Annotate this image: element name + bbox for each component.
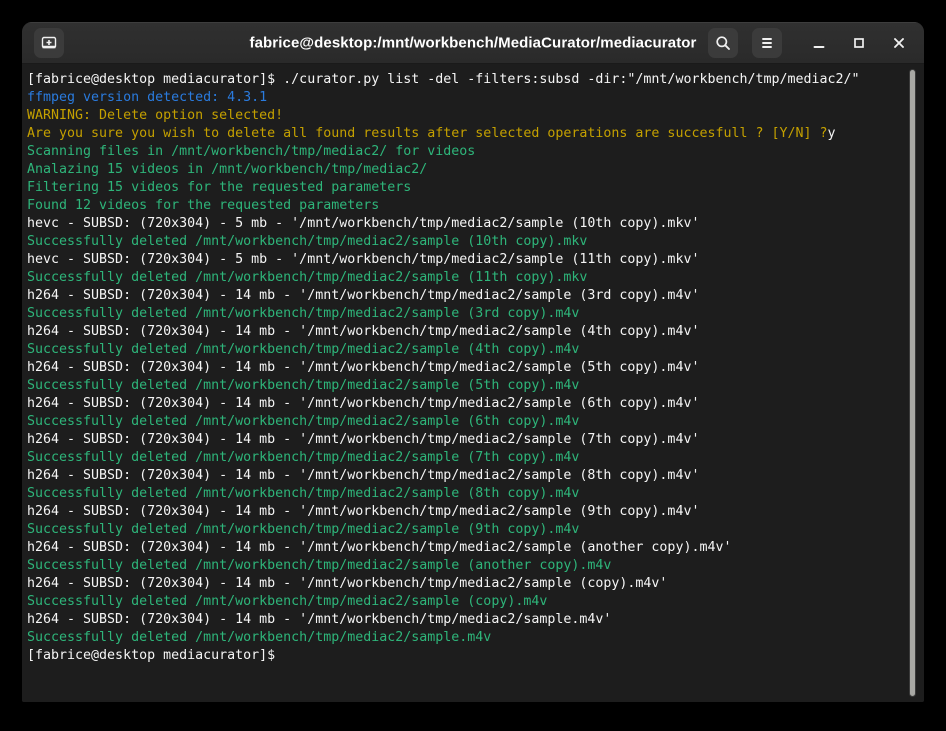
terminal-line: Successfully deleted /mnt/workbench/tmp/…	[27, 413, 910, 431]
terminal-text-segment: h264 - SUBSD: (720x304) - 14 mb - '/mnt/…	[27, 540, 731, 555]
new-tab-button[interactable]	[34, 28, 64, 58]
terminal-line: Successfully deleted /mnt/workbench/tmp/…	[27, 341, 910, 359]
titlebar-right-controls	[708, 28, 912, 58]
terminal-text-segment: Scanning files in /mnt/workbench/tmp/med…	[27, 144, 475, 159]
terminal-text-segment: h264 - SUBSD: (720x304) - 14 mb - '/mnt/…	[27, 468, 699, 483]
terminal-line: Successfully deleted /mnt/workbench/tmp/…	[27, 557, 910, 575]
terminal-text-segment: Filtering 15 videos for the requested pa…	[27, 180, 411, 195]
new-tab-icon	[39, 33, 59, 53]
terminal-line: Successfully deleted /mnt/workbench/tmp/…	[27, 377, 910, 395]
terminal-text-segment: hevc - SUBSD: (720x304) - 5 mb - '/mnt/w…	[27, 252, 699, 267]
terminal-text-segment: h264 - SUBSD: (720x304) - 14 mb - '/mnt/…	[27, 360, 699, 375]
terminal-line: WARNING: Delete option selected!	[27, 107, 910, 125]
terminal-text-segment: y	[828, 126, 836, 141]
terminal-text-segment: Successfully deleted /mnt/workbench/tmp/…	[27, 378, 579, 393]
terminal-text-segment: h264 - SUBSD: (720x304) - 14 mb - '/mnt/…	[27, 324, 699, 339]
window-title: fabrice@desktop:/mnt/workbench/MediaCura…	[250, 34, 697, 51]
terminal-line: Successfully deleted /mnt/workbench/tmp/…	[27, 269, 910, 287]
window-controls	[806, 30, 912, 56]
scrollbar-thumb[interactable]	[909, 69, 916, 697]
terminal-line: Successfully deleted /mnt/workbench/tmp/…	[27, 449, 910, 467]
terminal-text-segment: Are you sure you wish to delete all foun…	[27, 126, 828, 141]
terminal-line: h264 - SUBSD: (720x304) - 14 mb - '/mnt/…	[27, 359, 910, 377]
terminal-text-segment: [fabrice@desktop mediacurator]$ ./curato…	[27, 72, 860, 87]
terminal-text-segment: ffmpeg version detected: 4.3.1	[27, 90, 267, 105]
terminal[interactable]: [fabrice@desktop mediacurator]$ ./curato…	[22, 64, 924, 702]
terminal-line: Successfully deleted /mnt/workbench/tmp/…	[27, 305, 910, 323]
terminal-text-segment: Successfully deleted /mnt/workbench/tmp/…	[27, 414, 579, 429]
terminal-line: Successfully deleted /mnt/workbench/tmp/…	[27, 629, 910, 647]
minimize-button[interactable]	[806, 30, 832, 56]
hamburger-menu-icon	[757, 33, 777, 53]
terminal-text-segment: Successfully deleted /mnt/workbench/tmp/…	[27, 450, 579, 465]
terminal-text-segment: Successfully deleted /mnt/workbench/tmp/…	[27, 342, 579, 357]
terminal-line: h264 - SUBSD: (720x304) - 14 mb - '/mnt/…	[27, 431, 910, 449]
search-button[interactable]	[708, 28, 738, 58]
maximize-icon	[849, 33, 869, 53]
terminal-text-segment: Successfully deleted /mnt/workbench/tmp/…	[27, 306, 579, 321]
terminal-text-segment: Successfully deleted /mnt/workbench/tmp/…	[27, 486, 579, 501]
terminal-line: Successfully deleted /mnt/workbench/tmp/…	[27, 233, 910, 251]
terminal-line: h264 - SUBSD: (720x304) - 14 mb - '/mnt/…	[27, 503, 910, 521]
terminal-line: h264 - SUBSD: (720x304) - 14 mb - '/mnt/…	[27, 323, 910, 341]
terminal-text-segment: Found 12 videos for the requested parame…	[27, 198, 379, 213]
terminal-text-segment: Successfully deleted /mnt/workbench/tmp/…	[27, 558, 611, 573]
terminal-window: fabrice@desktop:/mnt/workbench/MediaCura…	[22, 22, 924, 702]
terminal-line: [fabrice@desktop mediacurator]$	[27, 647, 910, 665]
terminal-line: [fabrice@desktop mediacurator]$ ./curato…	[27, 71, 910, 89]
terminal-text-segment: h264 - SUBSD: (720x304) - 14 mb - '/mnt/…	[27, 576, 667, 591]
maximize-button[interactable]	[846, 30, 872, 56]
close-button[interactable]	[886, 30, 912, 56]
terminal-text-segment: Successfully deleted /mnt/workbench/tmp/…	[27, 522, 579, 537]
terminal-text-segment: Successfully deleted /mnt/workbench/tmp/…	[27, 234, 587, 249]
close-icon	[889, 33, 909, 53]
terminal-text-segment: WARNING: Delete option selected!	[27, 108, 283, 123]
terminal-line: h264 - SUBSD: (720x304) - 14 mb - '/mnt/…	[27, 539, 910, 557]
terminal-text-segment: Successfully deleted /mnt/workbench/tmp/…	[27, 594, 547, 609]
terminal-line: h264 - SUBSD: (720x304) - 14 mb - '/mnt/…	[27, 611, 910, 629]
terminal-line: h264 - SUBSD: (720x304) - 14 mb - '/mnt/…	[27, 287, 910, 305]
terminal-line: hevc - SUBSD: (720x304) - 5 mb - '/mnt/w…	[27, 215, 910, 233]
terminal-line: Are you sure you wish to delete all foun…	[27, 125, 910, 143]
terminal-text-segment: h264 - SUBSD: (720x304) - 14 mb - '/mnt/…	[27, 288, 699, 303]
terminal-output: [fabrice@desktop mediacurator]$ ./curato…	[22, 64, 924, 665]
terminal-text-segment: Analazing 15 videos in /mnt/workbench/tm…	[27, 162, 427, 177]
minimize-icon	[809, 33, 829, 53]
terminal-line: h264 - SUBSD: (720x304) - 14 mb - '/mnt/…	[27, 575, 910, 593]
terminal-line: Successfully deleted /mnt/workbench/tmp/…	[27, 485, 910, 503]
terminal-line: Scanning files in /mnt/workbench/tmp/med…	[27, 143, 910, 161]
terminal-line: h264 - SUBSD: (720x304) - 14 mb - '/mnt/…	[27, 395, 910, 413]
terminal-line: h264 - SUBSD: (720x304) - 14 mb - '/mnt/…	[27, 467, 910, 485]
terminal-text-segment: hevc - SUBSD: (720x304) - 5 mb - '/mnt/w…	[27, 216, 699, 231]
terminal-line: Successfully deleted /mnt/workbench/tmp/…	[27, 521, 910, 539]
terminal-text-segment: h264 - SUBSD: (720x304) - 14 mb - '/mnt/…	[27, 396, 699, 411]
terminal-line: Successfully deleted /mnt/workbench/tmp/…	[27, 593, 910, 611]
terminal-text-segment: h264 - SUBSD: (720x304) - 14 mb - '/mnt/…	[27, 432, 699, 447]
titlebar[interactable]: fabrice@desktop:/mnt/workbench/MediaCura…	[22, 22, 924, 64]
terminal-text-segment: [fabrice@desktop mediacurator]$	[27, 648, 283, 663]
terminal-text-segment: Successfully deleted /mnt/workbench/tmp/…	[27, 270, 587, 285]
terminal-line: hevc - SUBSD: (720x304) - 5 mb - '/mnt/w…	[27, 251, 910, 269]
terminal-text-segment: h264 - SUBSD: (720x304) - 14 mb - '/mnt/…	[27, 612, 611, 627]
terminal-line: Analazing 15 videos in /mnt/workbench/tm…	[27, 161, 910, 179]
terminal-line: Found 12 videos for the requested parame…	[27, 197, 910, 215]
terminal-line: ffmpeg version detected: 4.3.1	[27, 89, 910, 107]
terminal-text-segment: Successfully deleted /mnt/workbench/tmp/…	[27, 630, 491, 645]
terminal-text-segment: h264 - SUBSD: (720x304) - 14 mb - '/mnt/…	[27, 504, 699, 519]
menu-button[interactable]	[752, 28, 782, 58]
search-icon	[713, 33, 733, 53]
terminal-line: Filtering 15 videos for the requested pa…	[27, 179, 910, 197]
